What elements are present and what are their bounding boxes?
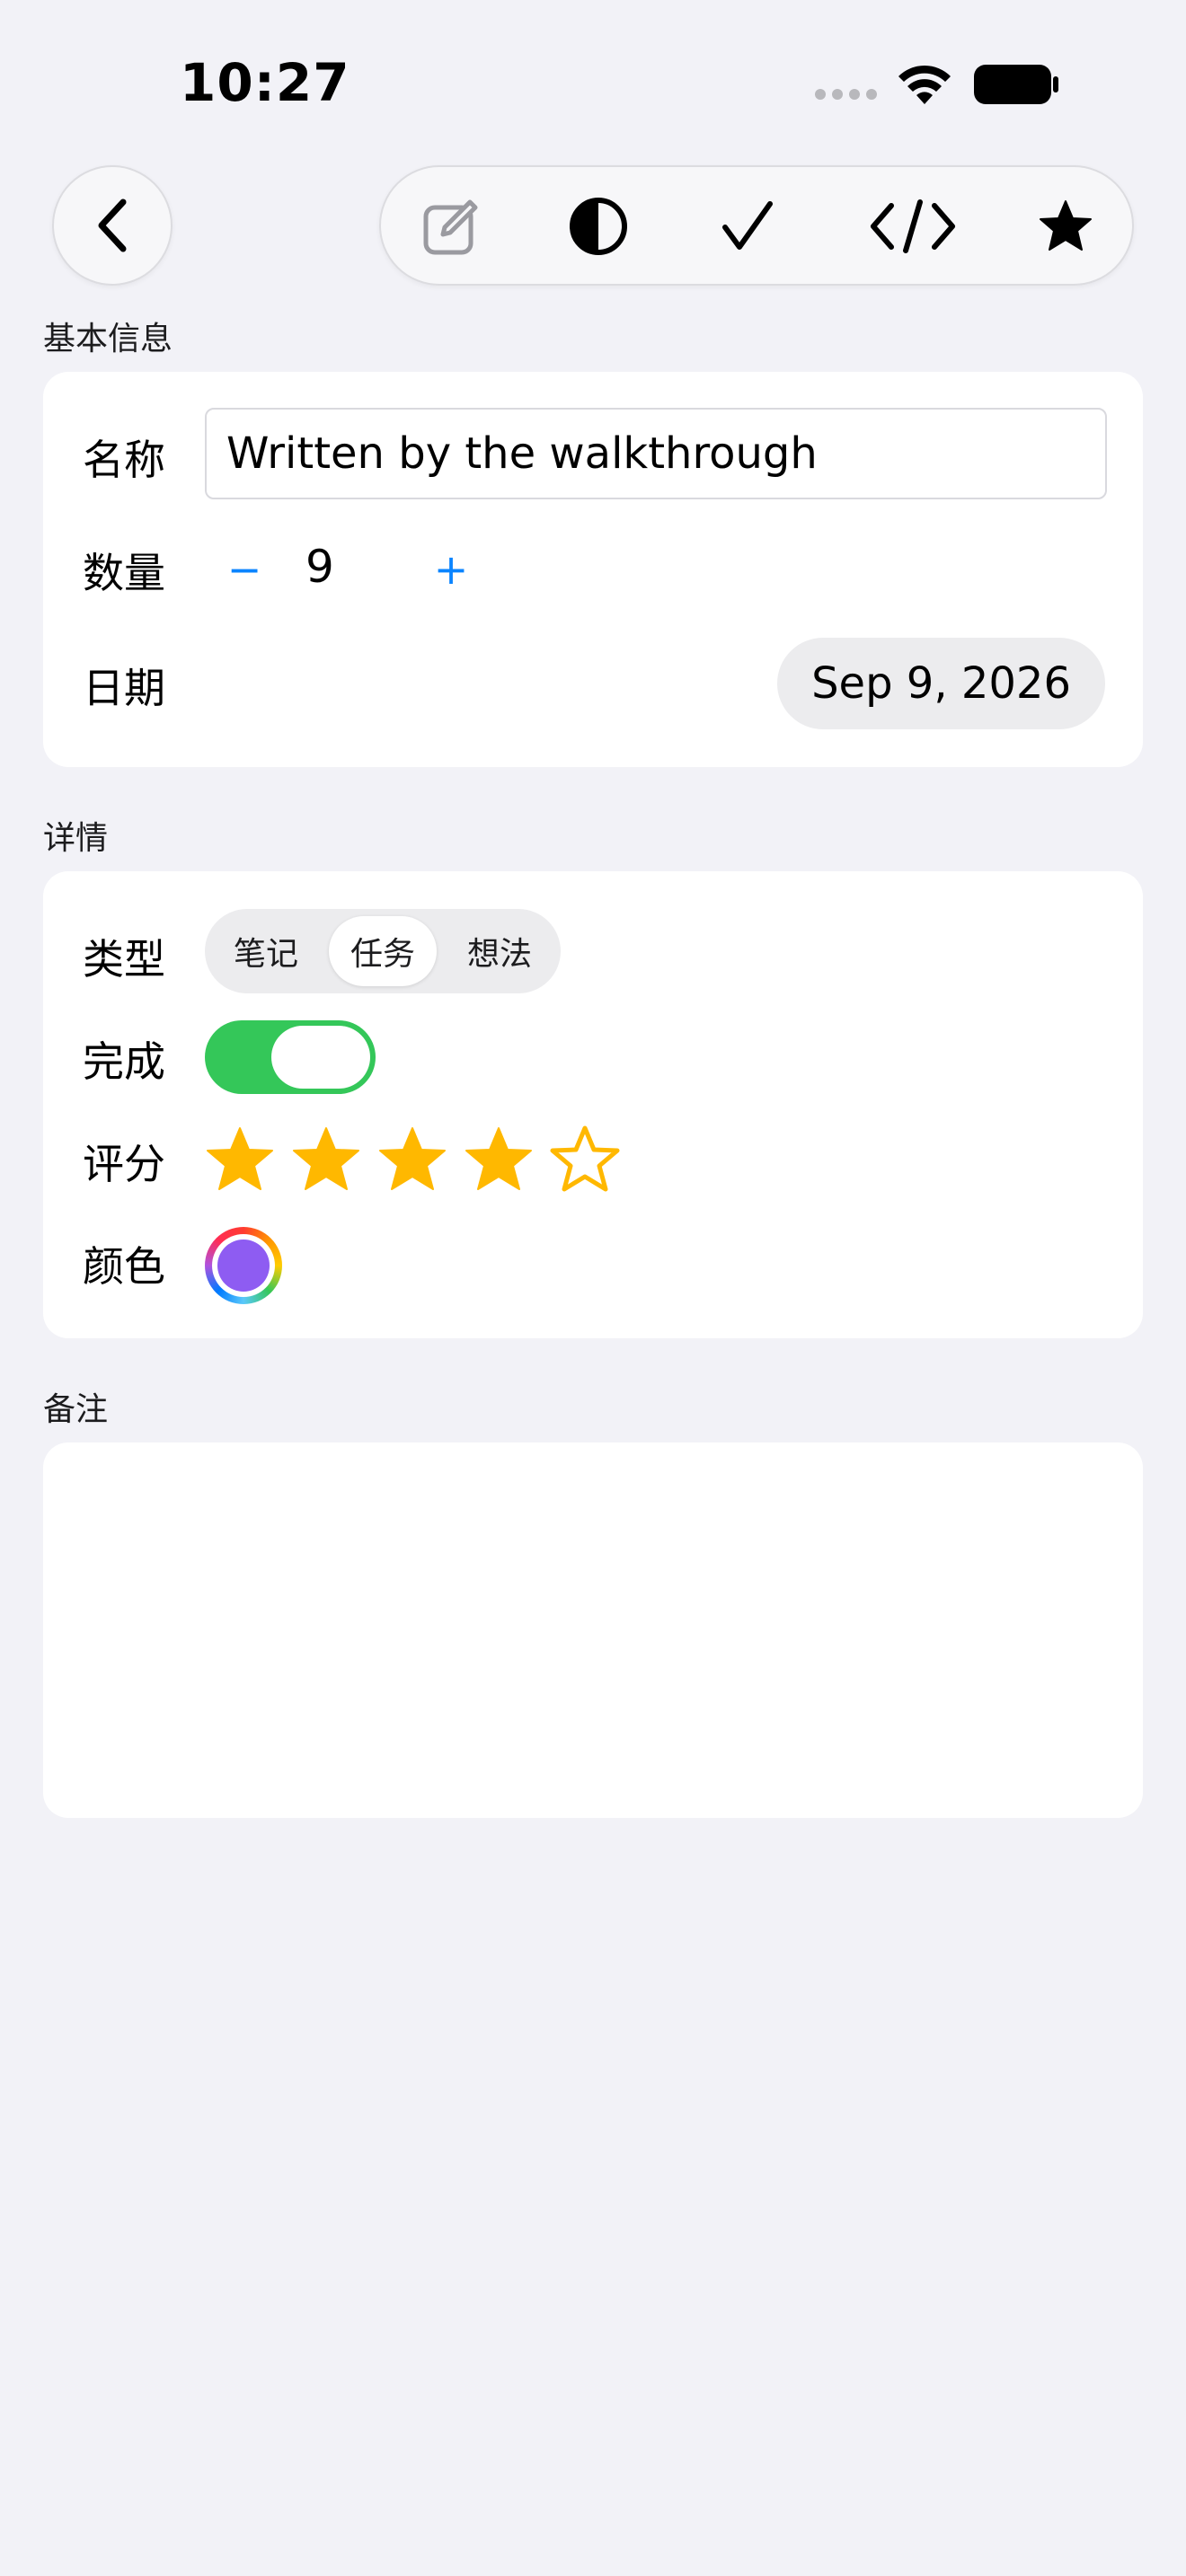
- quantity-decrement-button[interactable]: −: [217, 543, 271, 596]
- status-bar: 10:27: [0, 0, 1186, 153]
- date-picker-button[interactable]: Sep 9, 2026: [777, 638, 1105, 729]
- contrast-icon: [570, 198, 627, 255]
- edit-icon: [423, 199, 478, 255]
- type-label: 类型: [83, 935, 165, 984]
- color-label: 颜色: [83, 1242, 165, 1291]
- color-picker-button[interactable]: [205, 1227, 282, 1304]
- notes-header: 备注: [43, 1391, 109, 1428]
- segment-idea[interactable]: 想法: [446, 916, 553, 986]
- done-label: 完成: [83, 1037, 165, 1086]
- toggle-knob: [271, 1026, 370, 1089]
- code-icon: [871, 199, 955, 253]
- rating-stars: [205, 1125, 620, 1195]
- toolbar: [379, 165, 1134, 286]
- star-filled-icon[interactable]: [291, 1125, 361, 1195]
- done-button[interactable]: [715, 194, 780, 259]
- type-segmented-control: 笔记 任务 想法: [205, 909, 561, 993]
- back-button[interactable]: [52, 165, 173, 286]
- details-header: 详情: [43, 820, 109, 857]
- star-empty-icon[interactable]: [550, 1125, 620, 1195]
- date-label: 日期: [83, 664, 165, 712]
- code-button[interactable]: [868, 194, 958, 259]
- favorite-button[interactable]: [1033, 194, 1098, 259]
- appearance-button[interactable]: [566, 194, 631, 259]
- quantity-value: 9: [305, 541, 334, 593]
- segment-note[interactable]: 笔记: [212, 916, 320, 986]
- cellular-signal-icon: [815, 89, 877, 100]
- star-filled-icon[interactable]: [205, 1125, 275, 1195]
- status-time: 10:27: [180, 52, 350, 113]
- notes-text-area[interactable]: [43, 1442, 1143, 1818]
- wifi-icon: [898, 65, 951, 104]
- rating-label: 评分: [83, 1140, 165, 1188]
- name-label: 名称: [83, 436, 165, 484]
- details-card: 类型 笔记 任务 想法 完成 评分 颜色: [43, 871, 1143, 1338]
- quantity-label: 数量: [83, 549, 165, 597]
- status-icons: [815, 63, 1060, 106]
- color-swatch: [217, 1239, 270, 1292]
- edit-button[interactable]: [419, 194, 483, 259]
- basic-info-header: 基本信息: [43, 321, 173, 357]
- segment-task[interactable]: 任务: [329, 916, 437, 986]
- star-filled-icon[interactable]: [464, 1125, 534, 1195]
- quantity-increment-button[interactable]: +: [424, 543, 478, 596]
- star-fill-icon: [1040, 200, 1092, 251]
- color-well-ring: [212, 1234, 275, 1297]
- chevron-left-icon: [98, 198, 127, 252]
- name-field[interactable]: [205, 408, 1107, 499]
- checkmark-icon: [722, 201, 773, 250]
- star-filled-icon[interactable]: [377, 1125, 447, 1195]
- done-toggle[interactable]: [205, 1020, 376, 1094]
- battery-icon: [974, 65, 1058, 104]
- basic-info-card: 名称 数量 − 9 + 日期 Sep 9, 2026: [43, 372, 1143, 767]
